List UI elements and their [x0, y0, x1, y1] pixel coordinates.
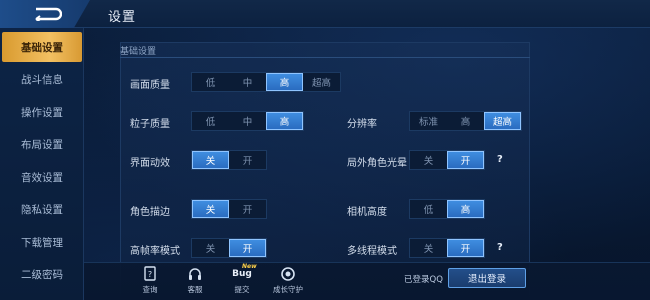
ui-animation-option-off[interactable]: 关 — [192, 151, 229, 169]
login-status: 已登录QQ — [404, 275, 443, 285]
logout-button[interactable]: 退出登录 — [448, 268, 526, 288]
outer-glow-label: 局外角色光晕 — [347, 158, 407, 169]
resolution-option-ultra[interactable]: 超高 — [484, 112, 521, 130]
query-icon: ? — [143, 266, 157, 282]
multithread-help-icon[interactable]: ? — [497, 242, 503, 253]
camera-height-option-high[interactable]: 高 — [447, 200, 484, 218]
sidebar-item-controls[interactable]: 操作设置 — [0, 97, 84, 127]
query-button[interactable]: ? 查询 — [130, 266, 170, 298]
sidebar-item-label: 战斗信息 — [21, 73, 63, 86]
sidebar-item-label: 布局设置 — [21, 138, 63, 151]
multithread-label: 多线程模式 — [347, 246, 397, 257]
resolution-option-standard[interactable]: 标准 — [410, 112, 447, 130]
sidebar-item-basic[interactable]: 基础设置 — [2, 32, 82, 62]
outer-glow-option-off[interactable]: 关 — [410, 151, 447, 169]
outer-glow-option-on[interactable]: 开 — [447, 151, 484, 169]
sidebar-item-label: 隐私设置 — [21, 203, 63, 216]
growth-guard-label: 成长守护 — [273, 285, 303, 294]
high-framerate-toggle: 关 开 — [191, 238, 267, 258]
resolution-selector: 标准 高 超高 — [409, 111, 522, 131]
back-arrow-icon — [32, 7, 62, 21]
graphics-quality-label: 画面质量 — [130, 80, 170, 91]
multithread-option-off[interactable]: 关 — [410, 239, 447, 257]
graphics-quality-option-mid[interactable]: 中 — [229, 73, 266, 91]
sidebar-item-layout[interactable]: 布局设置 — [0, 129, 84, 159]
character-outline-label: 角色描边 — [130, 207, 170, 218]
bug-report-label: 提交 — [234, 285, 250, 294]
camera-height-option-low[interactable]: 低 — [410, 200, 447, 218]
sidebar-item-privacy[interactable]: 隐私设置 — [0, 194, 84, 224]
ui-animation-option-on[interactable]: 开 — [229, 151, 266, 169]
particle-quality-selector: 低 中 高 — [191, 111, 304, 131]
high-framerate-option-off[interactable]: 关 — [192, 239, 229, 257]
particle-quality-option-low[interactable]: 低 — [192, 112, 229, 130]
query-label: 查询 — [142, 285, 158, 294]
sidebar-item-label: 二级密码 — [21, 268, 63, 281]
sidebar-item-downloads[interactable]: 下载管理 — [0, 227, 84, 257]
sidebar-item-battle-info[interactable]: 战斗信息 — [0, 64, 84, 94]
customer-service-button[interactable]: 客服 — [175, 266, 215, 298]
ui-animation-toggle: 关 开 — [191, 150, 267, 170]
outer-glow-help-icon[interactable]: ? — [497, 154, 503, 165]
sidebar-item-secondary-password[interactable]: 二级密码 — [0, 259, 84, 289]
section-divider — [120, 57, 530, 58]
multithread-option-on[interactable]: 开 — [447, 239, 484, 257]
graphics-quality-option-ultra[interactable]: 超高 — [303, 73, 340, 91]
particle-quality-option-mid[interactable]: 中 — [229, 112, 266, 130]
growth-guard-button[interactable]: 成长守护 — [268, 266, 308, 298]
shield-icon — [280, 266, 296, 282]
sidebar: 基础设置 战斗信息 操作设置 布局设置 音效设置 隐私设置 下载管理 二级密码 — [0, 28, 84, 300]
character-outline-toggle: 关 开 — [191, 199, 267, 219]
sidebar-item-label: 下载管理 — [21, 236, 63, 249]
ui-animation-label: 界面动效 — [130, 158, 170, 169]
character-outline-option-off[interactable]: 关 — [192, 200, 229, 218]
outer-glow-toggle: 关 开 — [409, 150, 485, 170]
character-outline-option-on[interactable]: 开 — [229, 200, 266, 218]
high-framerate-option-on[interactable]: 开 — [229, 239, 266, 257]
top-bar — [0, 0, 650, 28]
bug-report-button[interactable]: New Bug 提交 — [222, 263, 262, 298]
sidebar-item-label: 操作设置 — [21, 106, 63, 119]
new-badge: New — [242, 263, 257, 270]
sidebar-item-label: 音效设置 — [21, 171, 63, 184]
camera-height-toggle: 低 高 — [409, 199, 485, 219]
sidebar-item-sound[interactable]: 音效设置 — [0, 162, 84, 192]
resolution-option-high[interactable]: 高 — [447, 112, 484, 130]
particle-quality-option-high[interactable]: 高 — [266, 112, 303, 130]
svg-text:?: ? — [148, 270, 152, 279]
camera-height-label: 相机高度 — [347, 207, 387, 218]
multithread-toggle: 关 开 — [409, 238, 485, 258]
graphics-quality-option-high[interactable]: 高 — [266, 73, 303, 91]
section-title: 基础设置 — [120, 47, 157, 57]
customer-service-label: 客服 — [187, 285, 203, 294]
page-title: 设置 — [108, 10, 137, 25]
particle-quality-label: 粒子质量 — [130, 119, 170, 130]
graphics-quality-selector: 低 中 高 超高 — [191, 72, 341, 92]
headset-icon — [187, 266, 203, 282]
graphics-quality-option-low[interactable]: 低 — [192, 73, 229, 91]
resolution-label: 分辨率 — [347, 119, 377, 130]
high-framerate-label: 高帧率模式 — [130, 246, 180, 257]
sidebar-item-label: 基础设置 — [21, 41, 63, 54]
